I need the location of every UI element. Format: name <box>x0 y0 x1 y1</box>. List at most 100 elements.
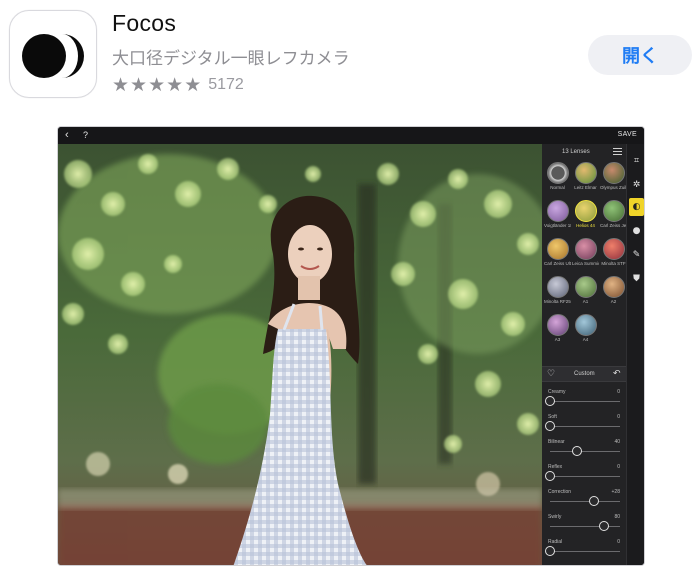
lens-label: Minolta RF250 <box>544 299 571 304</box>
slider-track[interactable] <box>550 501 620 502</box>
lens-count: 13 Lenses <box>562 149 590 155</box>
lens-label: A2 <box>610 299 617 304</box>
slider-knob[interactable] <box>599 521 610 531</box>
slider-value: 0 <box>617 414 620 420</box>
slider-knob[interactable] <box>545 546 555 556</box>
light-icon[interactable]: ● <box>629 222 644 240</box>
star-icon: ★ <box>184 74 202 96</box>
lens-item[interactable]: Carl Zeiss Ultra <box>544 238 571 274</box>
lens-item[interactable]: Voigtländer 180 <box>544 200 571 236</box>
lens-thumbnail <box>602 276 625 298</box>
lens-slider[interactable]: Reflex 0 <box>545 464 620 490</box>
lens-item[interactable]: A2 <box>600 276 627 312</box>
aperture-icon[interactable]: ✲ <box>629 176 644 194</box>
lens-label: Olympus Zuiko <box>600 185 627 190</box>
slider-value: +28 <box>611 489 620 495</box>
slider-value: 0 <box>617 539 620 545</box>
save-button[interactable]: SAVE <box>618 131 637 138</box>
slider-knob[interactable] <box>545 471 555 481</box>
lens-panel: 13 Lenses Normal Leitz ElmarOlympus Zuiko… <box>542 144 627 565</box>
rating-row: ★ ★ ★ ★ ★ 5172 <box>112 74 244 96</box>
lens-item[interactable]: Carl Zeiss Jena <box>600 200 627 236</box>
lens-item[interactable]: Olympus Zuiko <box>600 162 627 198</box>
lens-label: A3 <box>554 337 561 342</box>
lens-thumbnail <box>574 162 597 184</box>
slider-value: 40 <box>614 439 620 445</box>
slider-track[interactable] <box>550 426 620 427</box>
slider-label: Creamy <box>548 389 566 395</box>
list-icon[interactable] <box>613 148 622 156</box>
help-button[interactable]: ? <box>83 130 88 140</box>
undo-icon[interactable]: ↶ <box>613 369 621 379</box>
slider-knob[interactable] <box>588 496 599 506</box>
lens-item[interactable]: Helios 44 <box>572 200 599 236</box>
focos-logo-icon <box>22 34 84 78</box>
lens-slider[interactable]: Correction +28 <box>548 489 620 515</box>
lens-thumbnail <box>574 314 597 336</box>
slider-knob[interactable] <box>545 421 555 431</box>
app-icon[interactable] <box>9 10 97 98</box>
portrait-photo <box>58 144 542 565</box>
lens-thumbnail <box>546 162 569 184</box>
lens-icon[interactable]: ◐ <box>629 198 644 216</box>
slider-label: Correction <box>548 489 572 495</box>
lens-thumbnail <box>574 200 597 222</box>
slider-value: 0 <box>617 464 620 470</box>
lens-label: Carl Zeiss Ultra <box>544 261 571 266</box>
shield-icon[interactable]: ⛊ <box>629 270 644 288</box>
lens-item[interactable]: Leitz Elmar <box>572 162 599 198</box>
slider-label: Swirly <box>548 514 562 520</box>
preview-photo <box>58 144 542 565</box>
brush-icon[interactable]: ✎ <box>629 246 644 264</box>
crop-icon[interactable]: ⌗ <box>629 152 644 170</box>
editor-topbar: ‹ ? SAVE <box>58 127 644 144</box>
slider-track[interactable] <box>550 401 620 402</box>
open-button[interactable]: 開く <box>588 35 692 75</box>
lens-item[interactable]: A3 <box>544 314 571 350</box>
slider-track[interactable] <box>550 551 620 552</box>
slider-value: 0 <box>617 389 620 395</box>
app-subtitle: 大口径デジタル一眼レフカメラ <box>112 49 350 69</box>
slider-label: Bilinear <box>548 439 565 445</box>
lens-item[interactable]: A1 <box>572 276 599 312</box>
lens-slider[interactable]: Swirly 80 <box>548 514 620 540</box>
lens-slider[interactable]: Creamy 0 <box>545 389 620 415</box>
slider-label: Soft <box>548 414 557 420</box>
slider-label: Reflex <box>548 464 563 470</box>
custom-preset-label[interactable]: Custom <box>574 371 595 377</box>
star-icon: ★ <box>148 74 166 96</box>
lens-label: Voigtländer 180 <box>544 223 571 228</box>
star-icon: ★ <box>130 74 148 96</box>
app-screenshot[interactable]: ‹ ? SAVE 13 Lenses Normal Leitz Elmar Ol… <box>57 126 645 566</box>
lens-item[interactable]: Minolta RF250 <box>544 276 571 312</box>
lens-slider[interactable]: Radial 0 <box>545 539 620 565</box>
chevron-left-icon[interactable]: ‹ <box>65 129 69 141</box>
lens-thumbnail <box>602 238 625 260</box>
custom-bar: ♡ Custom ↶ <box>542 366 626 382</box>
lens-slider[interactable]: Bilinear 40 <box>548 439 620 465</box>
tool-strip: ⌗ ✲ ◐ ● ✎ ⛊ <box>626 144 644 565</box>
lens-item[interactable]: Minolta STF <box>600 238 627 274</box>
lens-thumbnail <box>574 276 597 298</box>
slider-track[interactable] <box>550 476 620 477</box>
lens-slider[interactable]: Soft 0 <box>545 414 620 440</box>
slider-track[interactable] <box>550 451 620 452</box>
slider-value: 80 <box>614 514 620 520</box>
lens-label: Carl Zeiss Jena <box>600 223 627 228</box>
lens-item[interactable]: Leica Summicr <box>572 238 599 274</box>
lens-label: Helios 44 <box>576 223 595 228</box>
slider-label: Radial <box>548 539 563 545</box>
lens-label: Leitz Elmar <box>574 185 597 190</box>
lens-item[interactable]: A4 <box>572 314 599 350</box>
lens-thumbnail <box>546 238 569 260</box>
star-icon: ★ <box>166 74 184 96</box>
heart-icon[interactable]: ♡ <box>547 369 555 379</box>
lens-thumbnail <box>574 238 597 260</box>
lens-label: Normal <box>550 185 565 190</box>
slider-knob[interactable] <box>572 446 583 456</box>
lens-item[interactable]: Normal <box>544 162 571 198</box>
slider-knob[interactable] <box>545 396 555 406</box>
lens-label: A1 <box>582 299 589 304</box>
slider-track[interactable] <box>550 526 620 527</box>
lens-thumbnail <box>602 200 625 222</box>
